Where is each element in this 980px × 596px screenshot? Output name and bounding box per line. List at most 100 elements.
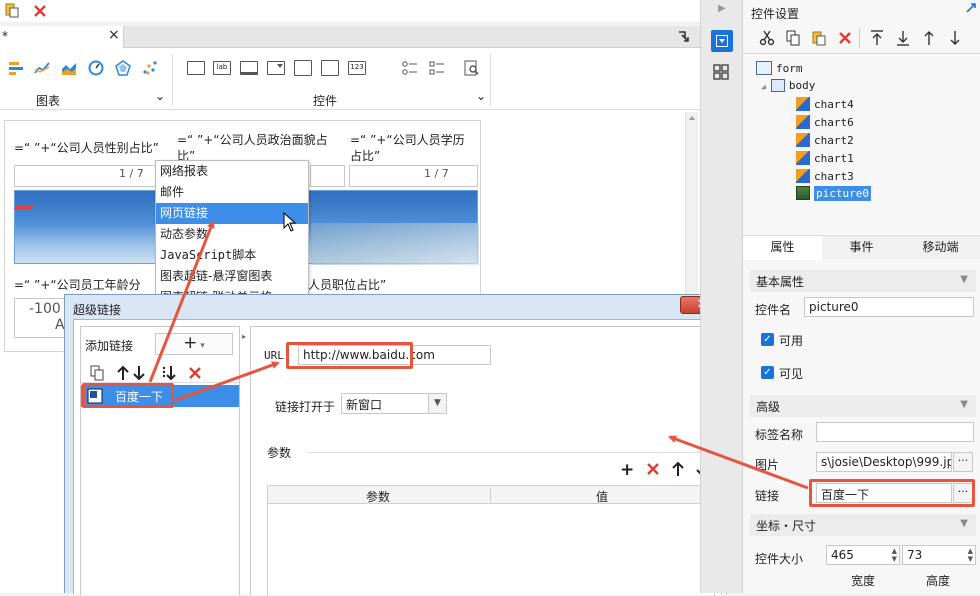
combo-list-control-icon[interactable] — [294, 60, 312, 76]
number-control-icon[interactable]: 123 — [348, 61, 366, 75]
widget-name-input[interactable]: picture0 — [804, 297, 974, 317]
move-up-icon[interactable] — [921, 30, 937, 46]
picture-icon — [796, 186, 810, 200]
gauge-chart-icon[interactable] — [88, 60, 104, 76]
radar-chart-icon[interactable] — [115, 60, 131, 76]
copy-icon[interactable] — [785, 30, 801, 46]
cut-icon[interactable] — [759, 30, 775, 46]
open-in-select[interactable]: 新窗口 ▼ — [341, 393, 447, 414]
tab-properties[interactable]: 属性 — [743, 236, 822, 260]
chart-title-cell: 占比” — [350, 149, 381, 163]
chart-pager[interactable]: 1 / 7 — [349, 165, 478, 187]
text-field-control-icon[interactable] — [240, 61, 258, 75]
dialog-title: 超级链接 — [73, 303, 122, 317]
menu-item[interactable]: 网络报表 — [156, 161, 308, 182]
date-control-icon[interactable] — [321, 60, 339, 76]
plane-tail-shape — [13, 205, 35, 209]
property-tabs: 属性 事件 移动端 — [743, 235, 980, 260]
hyperlink-dialog: 超级链接 ✕ 添加链接 + ▾ 百度一下 ▸ URL: http://www.b… — [64, 294, 734, 596]
move-down-icon[interactable] — [131, 365, 147, 381]
pane-splitter[interactable]: ▸ — [242, 326, 248, 595]
section-coord-size[interactable]: 坐标・尺寸 ▼ — [750, 514, 976, 536]
params-table-header: 参数 值 — [268, 486, 714, 504]
delete-icon[interactable] — [32, 3, 48, 19]
move-top-icon[interactable] — [869, 30, 885, 46]
paste-icon[interactable] — [4, 2, 20, 18]
add-link-dropdown[interactable]: + ▾ — [155, 333, 233, 355]
chart-node-icon — [796, 97, 810, 111]
height-spinner[interactable]: 73 ▲ ▼ — [902, 545, 976, 565]
chart-title-cell: =“ ”+“公司员工年龄分 — [14, 278, 141, 292]
image-browse-button[interactable]: ··· — [953, 452, 973, 472]
add-link-label: 添加链接 — [85, 339, 134, 353]
move-bottom-icon[interactable] — [161, 365, 177, 381]
checkbox-group-icon[interactable] — [429, 60, 445, 76]
tab-document[interactable]: * × — [0, 26, 124, 48]
chart-node-icon — [796, 133, 810, 147]
add-param-icon[interactable]: + — [620, 460, 634, 480]
col-value: 值 — [596, 490, 609, 504]
collapse-arrow-icon[interactable] — [965, 2, 977, 14]
tree-node-chart[interactable]: chart6 — [796, 115, 854, 129]
paste-icon[interactable] — [811, 30, 827, 46]
widget-name-label: 控件名 — [755, 303, 792, 317]
tree-node-picture0[interactable]: picture0 — [796, 186, 871, 201]
tree-node-chart[interactable]: chart1 — [796, 151, 854, 165]
toolbar-divider — [859, 28, 860, 48]
chevron-down-icon[interactable]: ⌄ — [155, 89, 165, 103]
expand-arrow-icon[interactable]: ▶ — [718, 3, 726, 14]
chart-pager[interactable] — [310, 165, 345, 187]
move-down-icon[interactable] — [947, 30, 963, 46]
tree-node-chart[interactable]: chart3 — [796, 169, 854, 183]
scroll-up-icon[interactable] — [689, 116, 695, 120]
tree-node-chart[interactable]: chart4 — [796, 97, 854, 111]
image-path-input[interactable]: s\josie\Desktop\999.jpg — [816, 452, 952, 472]
section-basic-properties[interactable]: 基本属性 ▼ — [750, 270, 976, 292]
search-control-icon[interactable] — [464, 60, 480, 76]
dropdown-control-icon[interactable] — [267, 61, 285, 75]
tab-mobile[interactable]: 移动端 — [901, 236, 980, 260]
document-tab-bar: * × — [0, 26, 700, 48]
tab-events[interactable]: 事件 — [822, 236, 901, 260]
bar-chart-icon[interactable] — [8, 60, 24, 76]
tree-node-body[interactable]: ◢ body — [761, 79, 815, 92]
area-chart-icon[interactable] — [61, 60, 77, 76]
tab-close-icon[interactable]: × — [108, 27, 120, 43]
pin-icon[interactable] — [676, 29, 692, 45]
button-control-icon[interactable] — [187, 61, 205, 75]
move-up-icon[interactable] — [115, 365, 131, 381]
chart-title-cell: =“ ”+“公司人员学历 — [350, 133, 465, 147]
chart-pager[interactable]: 1 / 7 — [14, 165, 174, 187]
scatter-chart-icon[interactable] — [142, 60, 158, 76]
radio-group-icon[interactable] — [402, 60, 418, 76]
tree-node-form[interactable]: form — [756, 61, 803, 75]
visible-label: 可见 — [779, 367, 804, 381]
layout-grid-icon[interactable] — [713, 64, 729, 80]
width-spinner[interactable]: 465 ▲ ▼ — [826, 545, 900, 565]
widget-ribbon: lab 123 — [0, 48, 700, 110]
mouse-cursor-icon — [283, 212, 297, 232]
visible-checkbox[interactable]: ✓ — [761, 366, 774, 379]
chevron-down-icon[interactable]: ⌄ — [476, 89, 486, 103]
col-param: 参数 — [366, 490, 391, 504]
param-up-icon[interactable] — [670, 461, 686, 477]
link-list-pane: 添加链接 + ▾ 百度一下 — [80, 326, 240, 595]
menu-item[interactable]: 图表超链-悬浮窗图表 — [156, 266, 308, 287]
tag-name-input[interactable] — [816, 422, 974, 442]
move-bottom-icon[interactable] — [895, 30, 911, 46]
tree-node-chart[interactable]: chart2 — [796, 133, 854, 147]
menu-item[interactable]: JavaScript脚本 — [156, 245, 308, 266]
menu-item[interactable]: 邮件 — [156, 182, 308, 203]
copy-icon[interactable] — [89, 365, 105, 381]
chart-node-icon — [796, 169, 810, 183]
widget-settings-toggle[interactable] — [711, 30, 733, 52]
line-chart-icon[interactable] — [34, 60, 50, 76]
delete-param-icon[interactable] — [645, 461, 661, 477]
delete-icon[interactable] — [187, 365, 203, 381]
label-control-icon[interactable]: lab — [213, 61, 231, 75]
enabled-checkbox[interactable]: ✓ — [761, 333, 774, 346]
section-advanced[interactable]: 高级 ▼ — [750, 395, 976, 417]
panel-title: 控件设置 — [751, 7, 800, 21]
coastline-shape — [311, 223, 479, 265]
delete-icon[interactable] — [837, 30, 853, 46]
